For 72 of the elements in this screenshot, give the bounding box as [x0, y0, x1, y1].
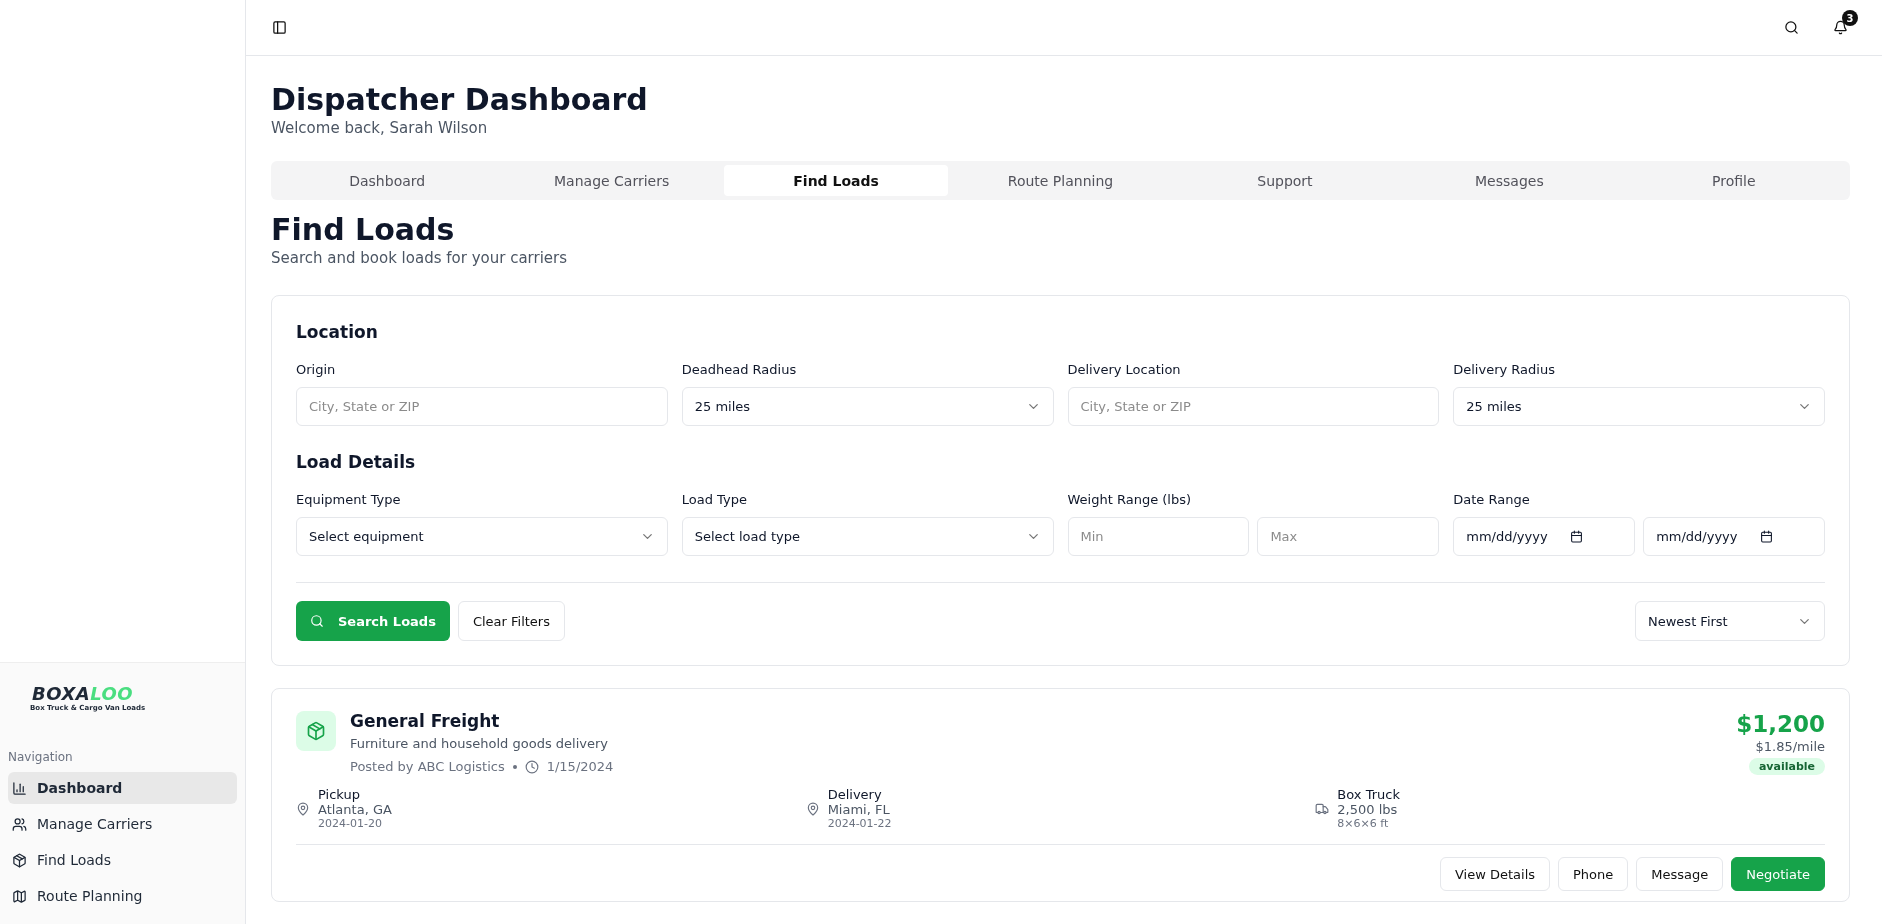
load-dimensions: 8×6×6 ft — [1337, 817, 1390, 830]
field-label: Delivery Location — [1067, 362, 1182, 377]
posted-date: 1/15/2024 — [546, 759, 614, 774]
bar-chart-icon — [12, 780, 27, 796]
nav-section-label: Navigation — [8, 750, 74, 766]
box-icon — [296, 711, 336, 751]
stop-place: Miami, FL — [827, 802, 891, 817]
field-label: Deadhead Radius — [681, 362, 798, 377]
users-icon — [12, 816, 27, 832]
action-button[interactable]: Message — [1636, 857, 1724, 891]
tab[interactable]: Find Loads — [723, 165, 949, 196]
map-icon — [12, 888, 27, 904]
text-input[interactable]: City, State or ZIP — [1067, 387, 1440, 426]
field-label: Origin — [296, 362, 337, 377]
sort-dropdown[interactable]: Newest First — [1635, 601, 1825, 641]
page-subtitle: Search and book loads for your carriers — [271, 249, 569, 267]
page-title: Find Loads — [271, 212, 456, 247]
select-dropdown[interactable]: 25 miles — [681, 387, 1054, 426]
stop-label: Delivery — [827, 787, 883, 802]
calendar-icon — [1759, 530, 1773, 543]
action-button[interactable]: View Details — [1439, 857, 1551, 891]
field-label: Weight Range (lbs) — [1067, 492, 1193, 507]
status-badge: available — [1748, 758, 1825, 775]
separator-dot — [512, 764, 517, 769]
number-input[interactable]: Max — [1257, 517, 1440, 556]
truck-icon — [1315, 801, 1330, 816]
nav-item[interactable]: Route Planning — [8, 880, 237, 912]
stop-label: Pickup — [318, 787, 361, 802]
date-input[interactable]: mm/dd/yyyy — [1643, 517, 1825, 556]
section-title: Location — [296, 322, 379, 342]
tab[interactable]: Dashboard — [275, 165, 500, 196]
field-label: Delivery Radius — [1453, 362, 1556, 377]
field-label: Equipment Type — [296, 492, 402, 507]
calendar-icon — [1569, 530, 1583, 543]
stop-date: 2024-01-22 — [827, 817, 892, 830]
load-weight: 2,500 lbs — [1337, 802, 1399, 817]
select-dropdown[interactable]: Select equipment — [296, 517, 668, 556]
clock-icon — [524, 759, 539, 774]
select-dropdown[interactable]: 25 miles — [1453, 387, 1825, 426]
tab[interactable]: Messages — [1397, 165, 1622, 196]
field-label: Load Type — [681, 492, 748, 507]
load-title: General Freight — [350, 711, 501, 731]
rate-per-mile: $1.85/mile — [1755, 739, 1825, 754]
equipment-label: Box Truck — [1337, 787, 1400, 802]
load-description: Furniture and household goods delivery — [350, 736, 609, 751]
date-input[interactable]: mm/dd/yyyy — [1453, 517, 1636, 556]
text-input[interactable]: City, State or ZIP — [296, 387, 668, 426]
nav-item[interactable]: Find Loads — [8, 844, 237, 876]
notification-count: 3 — [1842, 10, 1858, 26]
stop-date: 2024-01-20 — [318, 817, 383, 830]
tab[interactable]: Route Planning — [948, 165, 1173, 196]
number-input[interactable]: Min — [1067, 517, 1250, 556]
nav-item[interactable]: Manage Carriers — [8, 808, 237, 840]
section-title: Load Details — [296, 452, 417, 472]
welcome-text: Welcome back, Sarah Wilson — [271, 119, 489, 137]
dashboard-title: Dispatcher Dashboard — [271, 82, 649, 117]
search-icon — [310, 614, 324, 628]
load-price: $1,200 — [1736, 711, 1825, 737]
clear-filters-button[interactable]: Clear Filters — [457, 601, 565, 641]
bell-icon — [1833, 20, 1848, 35]
tab[interactable]: Support — [1172, 165, 1398, 196]
stop-place: Atlanta, GA — [318, 802, 392, 817]
field-label: Date Range — [1453, 492, 1531, 507]
nav-item[interactable]: Dashboard — [8, 772, 237, 804]
box-icon — [12, 852, 27, 868]
tab[interactable]: Profile — [1621, 165, 1846, 196]
action-button[interactable]: Phone — [1558, 857, 1629, 891]
map-pin-icon — [296, 801, 310, 816]
tab[interactable]: Manage Carriers — [499, 165, 724, 196]
select-dropdown[interactable]: Select load type — [681, 517, 1054, 556]
map-pin-icon — [805, 801, 820, 816]
posted-by: Posted by ABC Logistics — [350, 759, 505, 774]
